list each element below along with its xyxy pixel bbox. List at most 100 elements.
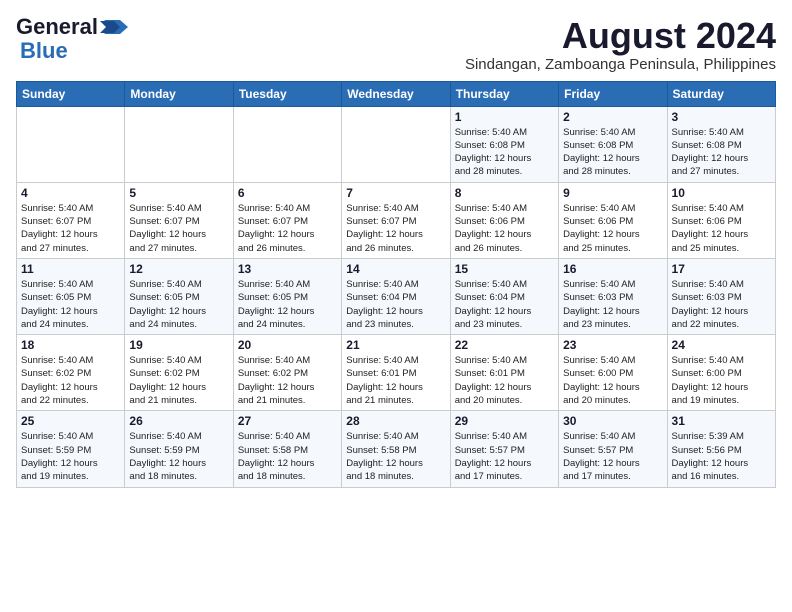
day-number: 26 [129,414,228,428]
day-info: Sunrise: 5:40 AM Sunset: 6:08 PM Dayligh… [455,126,554,179]
calendar-cell: 26 Sunrise: 5:40 AM Sunset: 5:59 PM Dayli… [125,411,233,487]
day-info: Sunrise: 5:40 AM Sunset: 6:01 PM Dayligh… [346,354,445,407]
calendar-cell: 14 Sunrise: 5:40 AM Sunset: 6:04 PM Dayli… [342,258,450,334]
weekday-header-wednesday: Wednesday [342,81,450,106]
logo-text: General [16,16,98,38]
day-info: Sunrise: 5:40 AM Sunset: 6:03 PM Dayligh… [563,278,662,331]
day-number: 25 [21,414,120,428]
calendar-cell: 15 Sunrise: 5:40 AM Sunset: 6:04 PM Dayli… [450,258,558,334]
day-info: Sunrise: 5:40 AM Sunset: 5:57 PM Dayligh… [563,430,662,483]
day-number: 5 [129,186,228,200]
calendar-cell: 29 Sunrise: 5:40 AM Sunset: 5:57 PM Dayli… [450,411,558,487]
calendar-week-row: 1 Sunrise: 5:40 AM Sunset: 6:08 PM Daylig… [17,106,776,182]
calendar-cell: 28Sunrise: 5:40 AM Sunset: 5:58 PM Dayli… [342,411,450,487]
day-number: 4 [21,186,120,200]
logo-blue-text: Blue [20,38,68,63]
calendar-cell: 19Sunrise: 5:40 AM Sunset: 6:02 PM Dayli… [125,335,233,411]
day-info: Sunrise: 5:40 AM Sunset: 6:07 PM Dayligh… [238,202,337,255]
day-info: Sunrise: 5:40 AM Sunset: 6:02 PM Dayligh… [129,354,228,407]
title-area: August 2024 Sindangan, Zamboanga Peninsu… [465,16,776,73]
weekday-header-thursday: Thursday [450,81,558,106]
day-info: Sunrise: 5:40 AM Sunset: 6:03 PM Dayligh… [672,278,771,331]
day-number: 23 [563,338,662,352]
day-number: 27 [238,414,337,428]
day-number: 7 [346,186,445,200]
day-info: Sunrise: 5:40 AM Sunset: 6:05 PM Dayligh… [21,278,120,331]
calendar-cell: 3 Sunrise: 5:40 AM Sunset: 6:08 PM Daylig… [667,106,775,182]
calendar-cell: 7 Sunrise: 5:40 AM Sunset: 6:07 PM Daylig… [342,182,450,258]
day-number: 3 [672,110,771,124]
day-number: 1 [455,110,554,124]
location-subtitle: Sindangan, Zamboanga Peninsula, Philippi… [465,56,776,73]
logo: General Blue [16,16,128,64]
calendar-cell [342,106,450,182]
day-info: Sunrise: 5:40 AM Sunset: 6:02 PM Dayligh… [21,354,120,407]
calendar-week-row: 11 Sunrise: 5:40 AM Sunset: 6:05 PM Dayli… [17,258,776,334]
day-number: 6 [238,186,337,200]
day-number: 2 [563,110,662,124]
day-number: 13 [238,262,337,276]
calendar-cell: 20 Sunrise: 5:40 AM Sunset: 6:02 PM Dayli… [233,335,341,411]
logo-arrow-icon [100,16,128,38]
day-number: 9 [563,186,662,200]
day-number: 12 [129,262,228,276]
weekday-header-sunday: Sunday [17,81,125,106]
day-number: 18 [21,338,120,352]
calendar-cell: 5 Sunrise: 5:40 AM Sunset: 6:07 PM Daylig… [125,182,233,258]
weekday-header-friday: Friday [559,81,667,106]
calendar-table: SundayMondayTuesdayWednesdayThursdayFrid… [16,81,776,488]
day-info: Sunrise: 5:40 AM Sunset: 6:04 PM Dayligh… [455,278,554,331]
calendar-cell: 24 Sunrise: 5:40 AM Sunset: 6:00 PM Dayli… [667,335,775,411]
calendar-cell: 18 Sunrise: 5:40 AM Sunset: 6:02 PM Dayli… [17,335,125,411]
calendar-cell: 30 Sunrise: 5:40 AM Sunset: 5:57 PM Dayli… [559,411,667,487]
calendar-cell: 13Sunrise: 5:40 AM Sunset: 6:05 PM Dayli… [233,258,341,334]
day-number: 15 [455,262,554,276]
day-number: 22 [455,338,554,352]
day-info: Sunrise: 5:40 AM Sunset: 6:04 PM Dayligh… [346,278,445,331]
day-info: Sunrise: 5:40 AM Sunset: 6:07 PM Dayligh… [346,202,445,255]
calendar-cell: 8Sunrise: 5:40 AM Sunset: 6:06 PM Daylig… [450,182,558,258]
day-info: Sunrise: 5:40 AM Sunset: 6:00 PM Dayligh… [563,354,662,407]
day-info: Sunrise: 5:40 AM Sunset: 6:06 PM Dayligh… [455,202,554,255]
calendar-cell: 16 Sunrise: 5:40 AM Sunset: 6:03 PM Dayli… [559,258,667,334]
day-number: 16 [563,262,662,276]
day-info: Sunrise: 5:40 AM Sunset: 5:57 PM Dayligh… [455,430,554,483]
calendar-week-row: 4 Sunrise: 5:40 AM Sunset: 6:07 PM Daylig… [17,182,776,258]
calendar-cell: 10Sunrise: 5:40 AM Sunset: 6:06 PM Dayli… [667,182,775,258]
calendar-cell [233,106,341,182]
calendar-cell: 23 Sunrise: 5:40 AM Sunset: 6:00 PM Dayli… [559,335,667,411]
day-number: 21 [346,338,445,352]
day-number: 11 [21,262,120,276]
day-number: 24 [672,338,771,352]
calendar-week-row: 18 Sunrise: 5:40 AM Sunset: 6:02 PM Dayli… [17,335,776,411]
weekday-header-saturday: Saturday [667,81,775,106]
weekday-header-monday: Monday [125,81,233,106]
calendar-cell: 6 Sunrise: 5:40 AM Sunset: 6:07 PM Daylig… [233,182,341,258]
day-number: 14 [346,262,445,276]
calendar-cell: 9Sunrise: 5:40 AM Sunset: 6:06 PM Daylig… [559,182,667,258]
weekday-header-tuesday: Tuesday [233,81,341,106]
day-info: Sunrise: 5:40 AM Sunset: 6:07 PM Dayligh… [129,202,228,255]
day-info: Sunrise: 5:40 AM Sunset: 6:08 PM Dayligh… [563,126,662,179]
calendar-cell: 22 Sunrise: 5:40 AM Sunset: 6:01 PM Dayli… [450,335,558,411]
calendar-cell [125,106,233,182]
day-info: Sunrise: 5:40 AM Sunset: 6:08 PM Dayligh… [672,126,771,179]
day-number: 30 [563,414,662,428]
day-info: Sunrise: 5:40 AM Sunset: 6:00 PM Dayligh… [672,354,771,407]
day-info: Sunrise: 5:40 AM Sunset: 5:59 PM Dayligh… [129,430,228,483]
calendar-week-row: 25 Sunrise: 5:40 AM Sunset: 5:59 PM Dayli… [17,411,776,487]
calendar-cell: 4Sunrise: 5:40 AM Sunset: 6:07 PM Daylig… [17,182,125,258]
day-info: Sunrise: 5:40 AM Sunset: 5:58 PM Dayligh… [346,430,445,483]
day-number: 31 [672,414,771,428]
calendar-cell: 2 Sunrise: 5:40 AM Sunset: 6:08 PM Daylig… [559,106,667,182]
day-number: 29 [455,414,554,428]
day-info: Sunrise: 5:40 AM Sunset: 6:01 PM Dayligh… [455,354,554,407]
calendar-cell: 11 Sunrise: 5:40 AM Sunset: 6:05 PM Dayli… [17,258,125,334]
day-info: Sunrise: 5:40 AM Sunset: 6:02 PM Dayligh… [238,354,337,407]
calendar-cell: 17Sunrise: 5:40 AM Sunset: 6:03 PM Dayli… [667,258,775,334]
calendar-cell: 27 Sunrise: 5:40 AM Sunset: 5:58 PM Dayli… [233,411,341,487]
calendar-cell [17,106,125,182]
day-number: 20 [238,338,337,352]
day-info: Sunrise: 5:40 AM Sunset: 5:58 PM Dayligh… [238,430,337,483]
calendar-cell: 12Sunrise: 5:40 AM Sunset: 6:05 PM Dayli… [125,258,233,334]
